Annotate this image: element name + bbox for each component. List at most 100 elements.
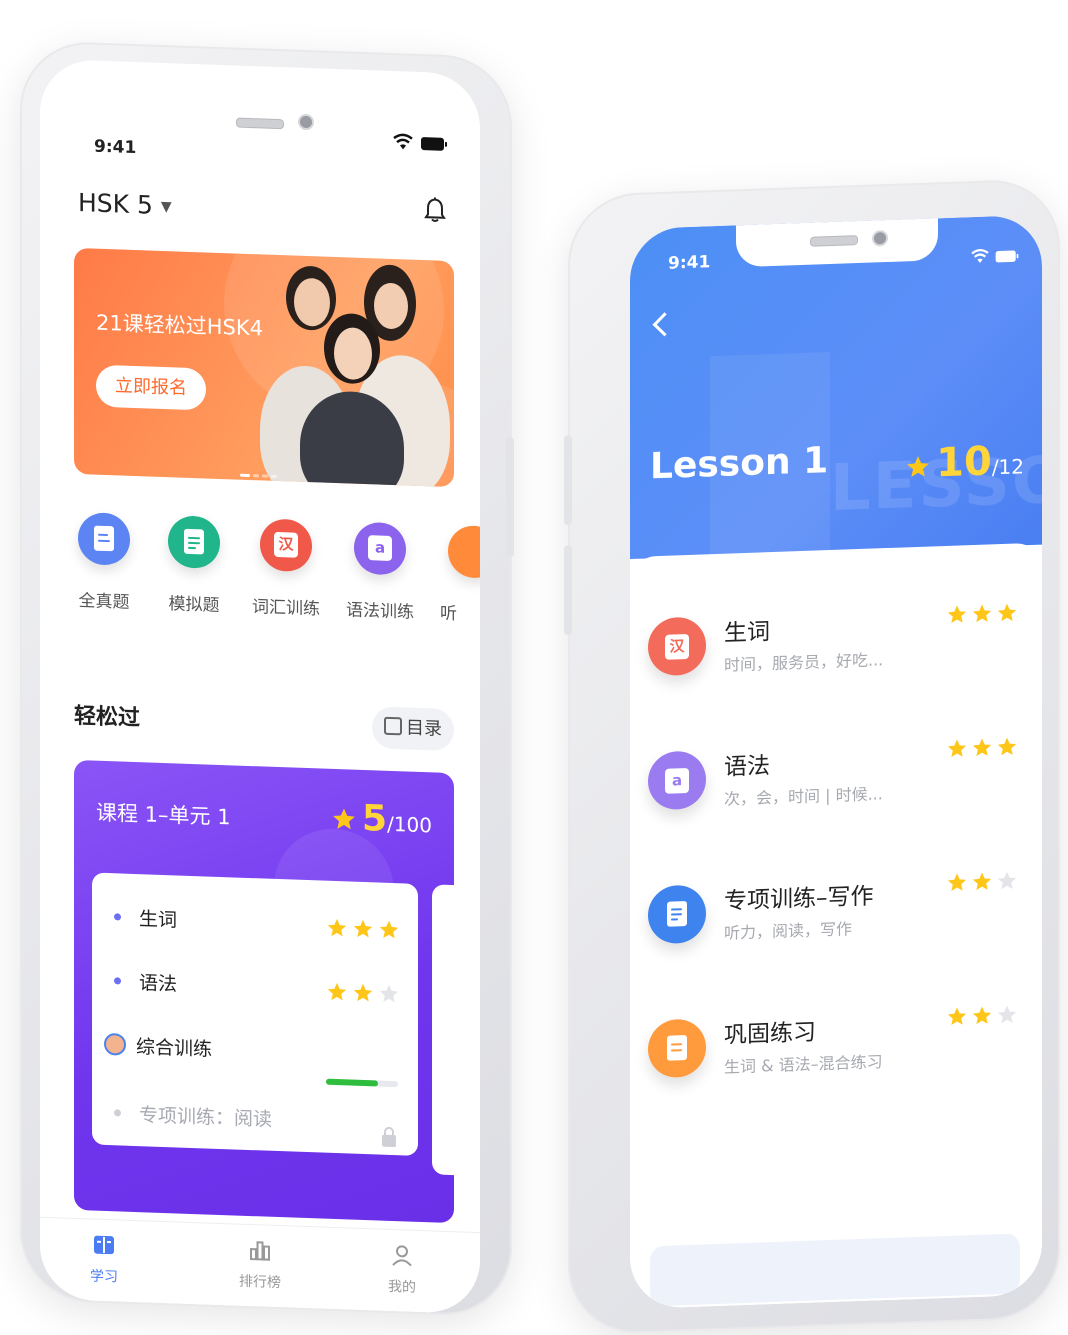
star-icon [971,736,993,759]
star-icon [946,737,968,760]
battery-icon [420,136,448,153]
right-screen: LESSO 9:41 Lesson 1 10/12 汉 [630,215,1042,1309]
grammar-glyph: a [665,768,689,794]
item-subtitle: 时间，服务员，好吃... [724,646,883,676]
grammar-icon: a [648,750,706,810]
star-icon [378,919,400,942]
instructor-face [294,278,330,327]
wifi-icon [970,248,990,265]
lesson-item-grammar[interactable]: a 语法 次，会，时间 | 时候... [648,733,1028,826]
quick-action-label: 词汇训练 [246,592,326,620]
tab-label: 排行榜 [220,1270,300,1293]
bullet [114,913,121,920]
star-icon [946,603,968,626]
star-empty-icon [996,869,1018,892]
star-icon [971,1004,993,1027]
calendar-icon [384,717,402,736]
banner-title: 21课轻松过HSK4 [96,307,263,343]
course-score-value: 5 [362,798,387,840]
tab-profile[interactable]: 我的 [362,1243,442,1298]
quick-action-label: 模拟题 [154,589,234,617]
level-selector[interactable]: HSK 5▼ [78,188,172,220]
instructor-face [374,282,408,329]
lesson-row-grammar[interactable]: 语法 [114,967,177,996]
lesson-row-vocab[interactable]: 生词 [114,903,177,932]
lesson-row-label: 综合训练 [136,1036,212,1061]
study-icon [93,1234,115,1257]
catalog-button[interactable]: 目录 [372,706,454,751]
bullet [114,1109,121,1116]
rating-stars [943,869,1018,898]
star-icon [996,601,1018,624]
lesson-row-label: 语法 [139,972,177,995]
quick-action-vocab[interactable]: 汉 词汇训练 [246,518,326,620]
instructor-face [334,327,372,380]
side-button [564,435,572,525]
star-icon [905,454,931,481]
tab-ranking[interactable]: 排行榜 [220,1238,300,1293]
battery-icon [994,249,1020,264]
lesson-row-label: 生词 [139,908,177,931]
quick-action-mock-exam[interactable]: 模拟题 [154,515,234,617]
course-card[interactable]: 课程 1–单元 1 5/100 生词 语法 综合训练 [74,760,454,1223]
lesson-row-comprehensive[interactable]: 综合训练 [114,1031,212,1061]
lesson-score-total: /12 [992,454,1024,479]
lesson-row-label: 专项训练：阅读 [139,1104,272,1131]
quick-action-listening[interactable]: 听 [434,524,480,626]
vocab-glyph: 汉 [274,532,298,558]
lesson-list-card: 生词 语法 综合训练 专项训练：阅读 [92,873,418,1156]
star-icon [326,917,348,940]
rating-stars [943,601,1018,630]
lesson-title: Lesson 1 [650,440,828,487]
course-title: 课程 1–单元 1 [96,797,231,832]
vocab-icon: 汉 [648,616,706,676]
speaker [810,235,858,247]
wifi-icon [392,133,414,152]
catalog-label: 目录 [406,717,442,739]
quick-action-label: 听 [434,598,480,626]
star-icon [352,982,374,1005]
star-empty-icon [996,1003,1018,1026]
practice-icon [648,1018,706,1078]
star-icon [946,1005,968,1028]
quick-action-grammar[interactable]: a 语法训练 [340,521,420,623]
star-icon [326,981,348,1004]
item-title: 生词 [724,612,770,648]
item-title: 语法 [724,746,770,782]
grammar-glyph: a [368,535,392,561]
chevron-down-icon: ▼ [161,199,172,215]
lesson-score-value: 10 [936,438,992,486]
tab-bar: 学习 排行榜 我的 [40,1217,480,1314]
star-icon [971,602,993,625]
lesson-score: 10/12 [905,437,1024,487]
lesson-item-writing[interactable]: 专项训练–写作 听力，阅读，写作 [648,867,1028,960]
lesson-item-vocab[interactable]: 汉 生词 时间，服务员，好吃... [648,599,1028,692]
quick-action-full-exam[interactable]: 全真题 [64,512,144,614]
star-icon [971,870,993,893]
speaker [236,118,284,130]
bullet [114,977,121,984]
rating-stars [943,1003,1018,1032]
writing-icon [648,884,706,944]
lesson-item-practice[interactable]: 巩固练习 生词 & 语法–混合练习 [648,1001,1028,1094]
right-phone: LESSO 9:41 Lesson 1 10/12 汉 [568,178,1060,1335]
avatar [104,1033,126,1056]
lock-icon [382,1135,396,1147]
lesson-row-reading[interactable]: 专项训练：阅读 [114,1099,272,1132]
document-icon [168,515,220,569]
enroll-button[interactable]: 立即报名 [96,365,206,411]
grammar-icon: a [354,522,406,576]
course-score-total: /100 [387,812,432,838]
listening-icon [448,525,480,579]
item-subtitle: 次，会，时间 | 时候... [724,780,883,810]
promo-banner[interactable]: 21课轻松过HSK4 立即报名 [74,248,454,487]
item-title: 专项训练–写作 [724,877,874,916]
carousel-indicator[interactable] [240,462,280,482]
side-button [564,545,572,635]
quick-action-label: 全真题 [64,586,144,614]
star-icon [996,735,1018,758]
next-unit-card[interactable] [432,884,454,1175]
tab-label: 我的 [362,1275,442,1298]
bell-icon[interactable] [424,196,446,223]
side-button [506,437,514,557]
